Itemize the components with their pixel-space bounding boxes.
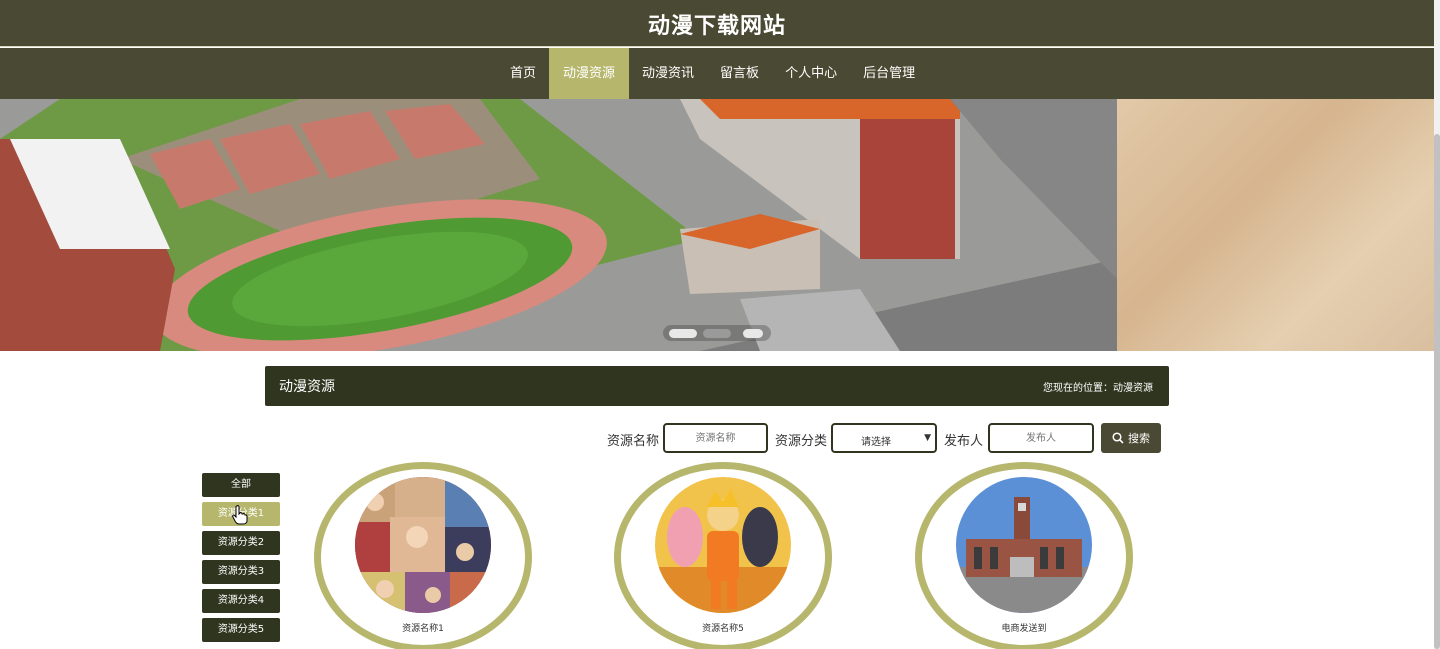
chevron-down-icon: ▼	[924, 433, 931, 443]
resource-thumbnail	[355, 477, 491, 613]
resource-card[interactable]: 资源名称1	[314, 462, 532, 649]
resource-category-select[interactable]: 请选择 ▼	[831, 423, 937, 453]
carousel-dot-1[interactable]	[669, 329, 697, 338]
search-form: 资源名称 资源分类 请选择 ▼ 发布人 搜索	[0, 423, 1440, 453]
nav-item-home[interactable]: 首页	[497, 48, 549, 99]
carousel-dot-2[interactable]	[703, 329, 731, 338]
banner-carousel[interactable]	[0, 99, 1434, 351]
resource-category-label: 资源分类	[775, 434, 828, 449]
section-title: 动漫资源	[279, 379, 335, 395]
resource-name: 资源名称5	[702, 624, 744, 634]
category-item-2[interactable]: 资源分类2	[202, 531, 280, 555]
search-button-label: 搜索	[1128, 432, 1150, 445]
naruto-image	[655, 477, 791, 613]
scrollbar-thumb[interactable]	[1434, 134, 1440, 649]
banner-image-campus	[0, 99, 1117, 351]
main-nav: 首页 动漫资源 动漫资讯 留言板 个人中心 后台管理	[0, 48, 1434, 99]
resource-name-input[interactable]	[663, 423, 768, 453]
page-scrollbar[interactable]	[1434, 0, 1440, 649]
school-building-image	[956, 477, 1092, 613]
search-icon	[1112, 432, 1124, 444]
resource-thumbnail	[655, 477, 791, 613]
nav-item-message-board[interactable]: 留言板	[707, 48, 772, 99]
search-button[interactable]: 搜索	[1101, 423, 1161, 453]
carousel-dot-3[interactable]	[743, 329, 763, 338]
anime-collage-image	[355, 477, 491, 613]
category-sidebar: 全部 资源分类1 资源分类2 资源分类3 资源分类4 资源分类5	[202, 473, 280, 647]
nav-item-anime-news[interactable]: 动漫资讯	[629, 48, 707, 99]
publisher-input[interactable]	[988, 423, 1094, 453]
resource-name: 电商发送到	[1001, 624, 1047, 634]
page: 动漫下载网站 首页 动漫资源 动漫资讯 留言板 个人中心 后台管理 动漫资源 您…	[0, 0, 1440, 649]
category-item-5[interactable]: 资源分类5	[202, 618, 280, 642]
hand-cursor-icon	[232, 505, 248, 525]
category-select-value: 请选择	[861, 437, 891, 448]
carousel-indicators	[663, 325, 771, 341]
resource-name: 资源名称1	[402, 624, 444, 634]
site-title: 动漫下载网站	[647, 14, 786, 39]
nav-list: 首页 动漫资源 动漫资讯 留言板 个人中心 后台管理	[497, 48, 928, 99]
category-item-4[interactable]: 资源分类4	[202, 589, 280, 613]
resource-card[interactable]: 电商发送到	[915, 462, 1133, 649]
breadcrumb: 您现在的位置：动漫资源	[1043, 383, 1153, 394]
resource-thumbnail	[956, 477, 1092, 613]
nav-item-personal-center[interactable]: 个人中心	[772, 48, 850, 99]
section-header: 动漫资源 您现在的位置：动漫资源	[265, 366, 1169, 406]
site-header: 动漫下载网站	[0, 0, 1434, 47]
nav-item-anime-resources[interactable]: 动漫资源	[549, 48, 630, 99]
publisher-label: 发布人	[944, 434, 984, 449]
resource-name-label: 资源名称	[607, 434, 660, 449]
nav-item-admin[interactable]: 后台管理	[850, 48, 928, 99]
category-item-3[interactable]: 资源分类3	[202, 560, 280, 584]
category-item-all[interactable]: 全部	[202, 473, 280, 497]
banner-next-slide-preview	[1117, 99, 1434, 351]
resource-card[interactable]: 资源名称5	[614, 462, 832, 649]
